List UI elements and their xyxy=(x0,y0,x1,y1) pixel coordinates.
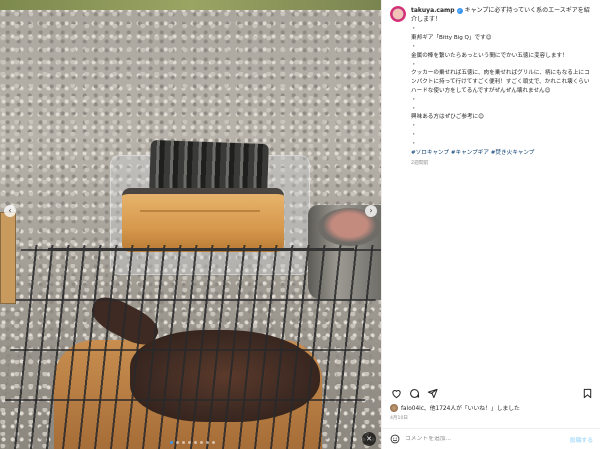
username-link[interactable]: takuya.camp xyxy=(411,7,455,14)
caption-first-line: takuya.camp ✓ キャンプに必ず持っていく系のエースギアを紹介します！ xyxy=(411,6,593,24)
likes-text: falo04ic、他1724人が「いいね！」しました xyxy=(401,406,520,412)
smiley-icon xyxy=(390,434,400,444)
carousel-dot xyxy=(212,441,215,444)
caption-area: takuya.camp ✓ キャンプに必ず持っていく系のエースギアを紹介します！ ・… xyxy=(382,0,600,380)
caption-line: ・ xyxy=(411,123,417,130)
comment-input[interactable] xyxy=(405,436,570,442)
carousel-dot xyxy=(170,441,173,444)
action-bar xyxy=(382,384,600,402)
post-date[interactable]: 4月10日 xyxy=(390,415,408,421)
paper-plane-icon xyxy=(427,388,438,398)
liker-avatar xyxy=(390,403,398,412)
bookmark-icon xyxy=(583,388,591,398)
caption-line: ・ xyxy=(411,96,417,103)
previous-slide-button[interactable]: ‹ xyxy=(4,205,16,217)
avatar[interactable] xyxy=(390,6,406,22)
carousel-dot xyxy=(200,441,203,444)
comment-button[interactable] xyxy=(408,387,420,399)
caption-line: 東邦ギア「Bitty Big Q」です😊 xyxy=(411,35,492,42)
post-comment-button[interactable]: 投稿する xyxy=(570,435,593,444)
caption-line: ・ xyxy=(411,140,417,147)
carousel-indicator xyxy=(170,441,215,444)
caption-line: ・ xyxy=(411,105,417,112)
caption-line: ・ xyxy=(411,44,417,50)
carousel-dot xyxy=(188,441,191,444)
grass xyxy=(0,0,381,10)
caption-body: ・ 東邦ギア「Bitty Big Q」です😊 ・ 金属の棒を繋いたらあっという間… xyxy=(390,25,593,166)
carousel-dot xyxy=(194,441,197,444)
caption-line: ・ xyxy=(411,61,417,68)
likes-summary[interactable]: falo04ic、他1724人が「いいね！」しました xyxy=(390,403,520,412)
caption-line: 興味ある方はぜひご参考に😊 xyxy=(411,114,484,121)
caption-line: ・ xyxy=(411,26,417,33)
grill-frame xyxy=(48,248,354,251)
carousel-dot xyxy=(176,441,179,444)
like-button[interactable] xyxy=(390,387,402,399)
verified-icon: ✓ xyxy=(456,8,463,14)
caption-line: ・ xyxy=(411,131,417,138)
emoji-button[interactable] xyxy=(390,434,400,444)
caption-line: 金属の棒を繋いたらあっという間にでかい五徳に変容します！ xyxy=(411,52,568,59)
firewood-log xyxy=(122,188,284,252)
caption-header: takuya.camp ✓ キャンプに必ず持っていく系のエースギアを紹介します！ xyxy=(390,6,593,24)
carousel-dot xyxy=(182,441,185,444)
heart-icon xyxy=(391,389,401,398)
post-sidebar: takuya.camp ✓ キャンプに必ず持っていく系のエースギアを紹介します！ ・… xyxy=(381,0,600,449)
hashtag-links[interactable]: #ソロキャンプ #キャンプギア #焚き火キャンプ xyxy=(411,149,593,158)
wood-board xyxy=(0,212,16,304)
comment-bar: 投稿する xyxy=(382,428,600,449)
caption-line: クッカーの乗せれば五徳に、肉を乗せればグリルに、柄にもなる上にコンパクトに持って… xyxy=(411,70,590,94)
carousel-dot xyxy=(206,441,209,444)
share-button[interactable] xyxy=(426,387,438,399)
post-photo[interactable]: ‹ › ✕ xyxy=(0,0,381,449)
save-button[interactable] xyxy=(581,387,593,399)
grill-grate xyxy=(0,245,381,449)
comment-icon xyxy=(409,388,419,398)
caption-timestamp: 2週間前 xyxy=(411,161,429,167)
log-grain xyxy=(140,210,260,212)
speaker-muted-icon[interactable]: ✕ xyxy=(362,432,376,446)
next-slide-button[interactable]: › xyxy=(365,205,377,217)
